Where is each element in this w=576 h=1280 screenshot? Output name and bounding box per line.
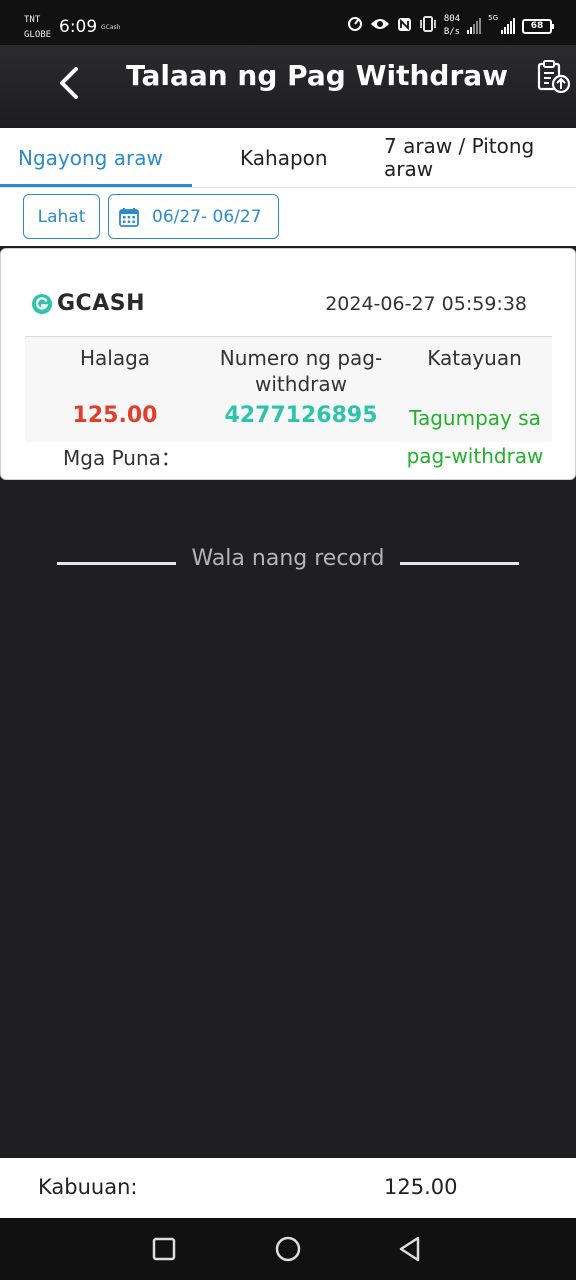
status-header: Katayuan [427,346,522,370]
channel-name: GCASH [57,291,145,316]
total-footer: Kabuuan: 125.00 [0,1158,576,1218]
square-icon [152,1237,176,1261]
withdraw-number-header: Numero ng pag-withdraw [219,346,383,396]
tab-today[interactable]: Ngayong araw [18,128,163,188]
triangle-back-icon [399,1236,420,1262]
nfc-icon [397,17,412,36]
record-datetime: 2024-06-27 05:59:38 [325,293,527,315]
signal-1-icon [467,18,482,34]
tab-seven-days[interactable]: 7 araw / Pitong araw [384,128,564,188]
clipboard-upload-icon [537,60,571,94]
app-header: Talaan ng Pag Withdraw [0,45,576,128]
eye-icon [370,17,390,35]
carrier-name-2: GLOBE [24,30,52,40]
end-of-list: Wala nang record [57,544,519,580]
system-nav-bar [0,1218,576,1280]
withdraw-number-value: 4277126895 [224,403,378,428]
chevron-left-icon [60,67,78,99]
status-value: Tagumpay sa pag-withdraw [406,406,544,468]
status-bar: TNT GLOBE 6:09 GCash 804 B/s 5G 68 [0,0,576,45]
filter-row: Lahat 06/27- 06/27 [0,188,576,246]
date-tabs: Ngayong araw Kahapon 7 araw / Pitong ara… [0,128,576,188]
circle-icon [275,1236,301,1262]
remarks-label: Mga Puna： [63,446,181,470]
date-range-label: 06/27- 06/27 [152,206,262,227]
status-icons: 804 B/s 5G 68 [347,13,554,39]
back-nav-button[interactable] [396,1235,424,1263]
network-speed-unit: B/s [443,27,461,37]
all-filter-button[interactable]: Lahat [23,194,100,239]
gcash-icon [32,293,52,314]
vibrate-icon [419,16,437,36]
calendar-icon [119,207,139,227]
amount-header: Halaga [79,346,151,370]
total-value: 125.00 [384,1175,458,1199]
amount-value: 125.00 [72,403,158,428]
carrier-info: TNT GLOBE [24,13,51,43]
notification-app-label: GCash [101,24,121,31]
withdraw-record-card[interactable]: GCASH 2024-06-27 05:59:38 Halaga Numero … [0,248,576,480]
back-button[interactable] [56,65,84,101]
record-details: Halaga Numero ng pag-withdraw Katayuan 1… [25,336,552,468]
divider-right [400,562,519,565]
clipboard-upload-button[interactable] [536,59,572,95]
carrier-name-1: TNT [24,15,41,25]
network-speed: 804 B/s [444,13,460,39]
clock: 6:09 [59,17,98,37]
home-button[interactable] [274,1235,302,1263]
gcash-logo: GCASH [31,291,145,316]
no-more-records-text: Wala nang record [191,546,385,571]
tab-yesterday[interactable]: Kahapon [240,128,328,188]
total-label: Kabuuan: [38,1175,138,1199]
data-saver-icon [347,16,363,36]
battery-icon: 68 [522,18,554,34]
page-title: Talaan ng Pag Withdraw [125,59,509,92]
network-type-label: 5G [488,14,498,22]
date-range-button[interactable]: 06/27- 06/27 [108,194,279,239]
recent-apps-button[interactable] [150,1235,178,1263]
network-speed-value: 804 [443,14,461,24]
signal-2-icon [501,18,515,34]
